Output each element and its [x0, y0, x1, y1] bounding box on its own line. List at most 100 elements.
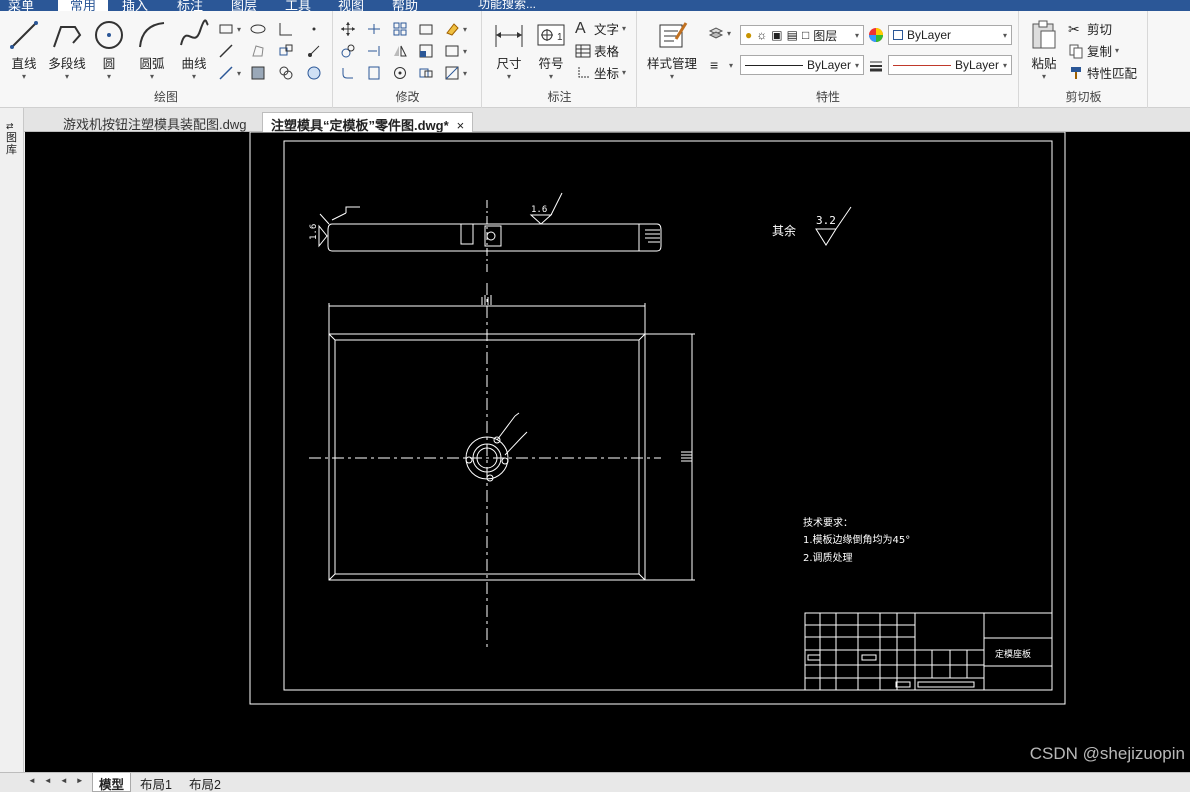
properties-group-title: 特性	[815, 90, 840, 104]
menu-tab-tools[interactable]: 工具	[285, 0, 311, 11]
coordinate-tool[interactable]: 坐标 ▾	[575, 63, 626, 82]
lineweight-combo[interactable]: ByLayer ▾	[888, 55, 1012, 75]
lineweight-tool[interactable]	[868, 58, 884, 74]
extend-icon	[368, 46, 380, 56]
menu-tab-view[interactable]: 视图	[338, 0, 364, 11]
menu-tab-layer[interactable]: 图层	[231, 0, 257, 11]
title-block-part-name: 定模座板	[995, 648, 1031, 660]
lineweight-icon	[870, 61, 882, 72]
hatch-tool[interactable]	[250, 65, 266, 81]
doc-tab-assembly[interactable]: 游戏机按钮注塑模具装配图.dwg	[55, 112, 254, 132]
modify-group-title: 修改	[395, 90, 420, 104]
coordinate-label: 坐标	[594, 67, 620, 81]
ray-tool[interactable]	[306, 43, 322, 59]
fillet-tool[interactable]	[340, 65, 356, 81]
polyline-button[interactable]: 多段线 ▾	[44, 19, 90, 81]
layout-tab-layout1[interactable]: 布局1	[134, 773, 178, 792]
construction-line-tool[interactable]	[218, 43, 234, 59]
rotate-tool[interactable]	[392, 65, 408, 81]
coordinate-icon	[578, 66, 589, 77]
curve-button[interactable]: 曲线 ▾	[174, 19, 214, 81]
color-wheel-tool[interactable]	[868, 27, 884, 43]
drawing-canvas[interactable]: 1.6 1.6 其余 3.2 技术要求： 1.模板边缘倒角均为45° 2.调质处…	[25, 132, 1190, 772]
copy-object-tool[interactable]	[340, 43, 356, 59]
symbol-button[interactable]: 1 符号 ▾	[533, 21, 569, 81]
circle-icon	[95, 21, 123, 49]
array-tool[interactable]	[392, 21, 408, 37]
color-swatch-icon	[893, 30, 903, 40]
text-tool[interactable]: A 文字 ▾	[575, 19, 626, 38]
dimension-button[interactable]: 尺寸 ▾	[491, 21, 527, 81]
chamfer-tool[interactable]: ▾	[444, 65, 467, 81]
explode-tool[interactable]	[366, 65, 382, 81]
angle-tool[interactable]	[278, 21, 294, 37]
trim-icon	[368, 24, 380, 34]
tech-requirements-title: 技术要求：	[803, 516, 853, 529]
roughness-top-value: 1.6	[531, 205, 547, 215]
linetype-combo[interactable]: ByLayer ▾	[740, 55, 864, 75]
lineweight-value: ByLayer	[954, 58, 999, 72]
draw-group-title: 绘图	[153, 90, 178, 104]
match-properties-button[interactable]: 特性匹配	[1068, 63, 1137, 82]
plan-view	[309, 283, 695, 648]
layer-manager-tool[interactable]: ▾	[708, 25, 731, 41]
cut-button[interactable]: ✂ 剪切	[1068, 19, 1112, 38]
library-panel-tab[interactable]: ⇄ 图库	[6, 120, 18, 156]
join-tool[interactable]	[418, 65, 434, 81]
lock-icon: ▣	[771, 28, 783, 42]
menu-tab-home[interactable]: 常用	[58, 0, 109, 11]
trim-tool[interactable]	[366, 21, 382, 37]
gradient-tool[interactable]	[278, 65, 294, 81]
copy-button[interactable]: 复制 ▾	[1068, 41, 1119, 60]
line-button[interactable]: 直线 ▾	[6, 19, 42, 81]
table-tool[interactable]: 表格	[575, 41, 619, 60]
menu-tab-insert[interactable]: 插入	[122, 0, 148, 11]
eraser-tool[interactable]: ▾	[444, 21, 467, 37]
region-tool[interactable]	[250, 43, 266, 59]
menu-tab-annotate[interactable]: 标注	[177, 0, 203, 11]
style-manager-button[interactable]: 样式管理 ▾	[644, 19, 700, 81]
ribbon: 直线 ▾ 多段线 ▾ 圆 ▾ 圆弧 ▾ 曲线 ▾ ▾ ▾ 绘图 ▾ ▾ ▾ 修改…	[0, 11, 1190, 108]
wipeout-tool[interactable]	[306, 65, 322, 81]
list-tool[interactable]: ≡ ▾	[710, 57, 733, 73]
point-tool[interactable]	[306, 21, 322, 37]
move-tool[interactable]	[340, 21, 356, 37]
doc-tab-part[interactable]: 注塑模具“定模板”零件图.dwg* ×	[262, 112, 474, 133]
close-tab-icon[interactable]: ×	[457, 118, 465, 133]
color-combo[interactable]: ByLayer ▾	[888, 25, 1012, 45]
dimension-label: 尺寸	[496, 57, 522, 71]
menu-tab-menu[interactable]: 菜单	[8, 0, 34, 11]
mirror-tool[interactable]	[392, 43, 408, 59]
eraser-icon	[446, 23, 459, 36]
feature-search[interactable]: 功能搜索...	[478, 0, 536, 11]
rectangle-tool[interactable]: ▾	[218, 21, 241, 37]
paste-button[interactable]: 粘贴 ▾	[1026, 19, 1062, 81]
clipboard-group-title: 剪切板	[1065, 90, 1102, 104]
symbol-label: 符号	[538, 57, 564, 71]
xline-tool[interactable]: ▾	[218, 65, 241, 81]
arc-button[interactable]: 圆弧 ▾	[132, 19, 172, 81]
scale-tool[interactable]	[418, 43, 434, 59]
layout-tab-layout2[interactable]: 布局2	[183, 773, 227, 792]
modify-group: ▾ ▾ ▾ 修改	[334, 11, 482, 108]
extend-tool[interactable]	[366, 43, 382, 59]
chamfer-icon	[445, 66, 459, 80]
symbol-icon: 1	[537, 24, 565, 46]
ellipse-tool[interactable]	[250, 21, 266, 37]
menu-tab-help[interactable]: 帮助	[392, 0, 418, 11]
layer-combo[interactable]: ● ☼ ▣ ▤ □ 图层 ▾	[740, 25, 864, 45]
stretch-tool[interactable]	[418, 21, 434, 37]
circle-button[interactable]: 圆 ▾	[92, 19, 126, 81]
layout-tab-model[interactable]: 模型	[92, 773, 132, 792]
arc-icon	[139, 22, 165, 48]
ray-icon	[308, 45, 320, 57]
block-icon	[279, 44, 293, 56]
block-tool[interactable]	[278, 43, 294, 59]
copy-label: 复制	[1087, 45, 1113, 59]
roughness-symbol-left	[318, 224, 328, 248]
bulb-icon: ●	[745, 28, 753, 42]
polyline-icon	[53, 26, 82, 48]
offset-tool[interactable]: ▾	[444, 43, 467, 59]
text-label: 文字	[594, 23, 620, 37]
polyline-label: 多段线	[48, 57, 86, 71]
